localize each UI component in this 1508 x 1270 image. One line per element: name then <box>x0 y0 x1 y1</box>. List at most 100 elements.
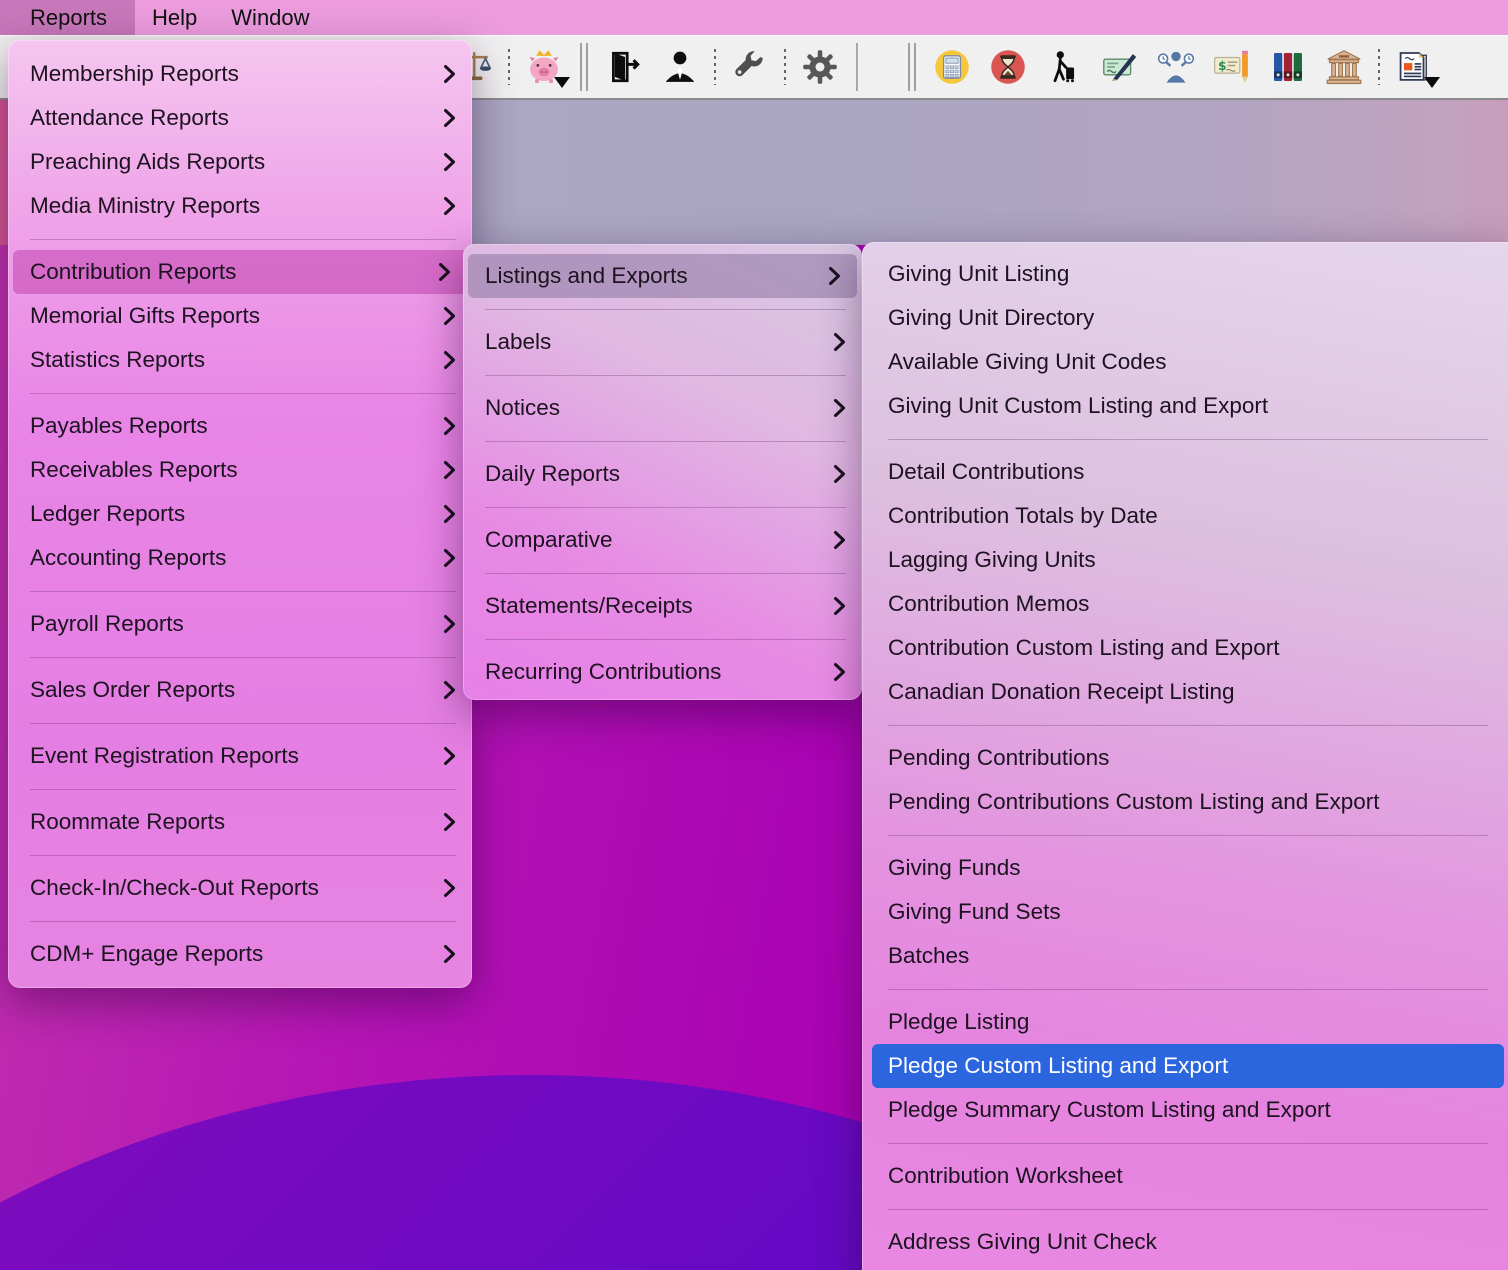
menu-item-contribution-totals-by-date[interactable]: Contribution Totals by Date <box>862 494 1508 538</box>
menubar-item-help[interactable]: Help <box>135 0 214 35</box>
menu-separator <box>463 430 862 452</box>
submenu-chevron-icon <box>833 662 846 682</box>
menu-item-lagging-giving-units[interactable]: Lagging Giving Units <box>862 538 1508 582</box>
menu-item-labels[interactable]: Labels <box>463 320 862 364</box>
menu-item-payables-reports[interactable]: Payables Reports <box>8 404 472 448</box>
menu-item-pending-contributions-custom-listing-and-export[interactable]: Pending Contributions Custom Listing and… <box>862 780 1508 824</box>
menu-separator <box>463 364 862 386</box>
binders-icon[interactable] <box>1268 44 1308 90</box>
submenu-chevron-icon <box>833 332 846 352</box>
menu-item-statistics-reports[interactable]: Statistics Reports <box>8 338 472 382</box>
menu-item-batches[interactable]: Batches <box>862 934 1508 978</box>
menubar-item-window[interactable]: Window <box>214 0 326 35</box>
menu-item-comparative[interactable]: Comparative <box>463 518 862 562</box>
menu-item-notices[interactable]: Notices <box>463 386 862 430</box>
menu-item-event-registration-reports[interactable]: Event Registration Reports <box>8 734 472 778</box>
menu-item-detail-contributions[interactable]: Detail Contributions <box>862 450 1508 494</box>
menu-item-giving-fund-sets[interactable]: Giving Fund Sets <box>862 890 1508 934</box>
menu-item-label: Contribution Custom Listing and Export <box>888 635 1280 660</box>
contribution-reports-submenu: Listings and Exports Labels Notices Daily R… <box>463 244 862 700</box>
menu-item-roommate-reports[interactable]: Roommate Reports <box>8 800 472 844</box>
toolbar-separator-dotted <box>1378 49 1380 85</box>
menu-item-attendance-reports[interactable]: Attendance Reports <box>8 96 472 140</box>
menu-item-listings-and-exports[interactable]: Listings and Exports <box>468 254 857 298</box>
menu-item-canadian-donation-receipt-listing[interactable]: Canadian Donation Receipt Listing <box>862 670 1508 714</box>
menu-item-media-ministry-reports[interactable]: Media Ministry Reports <box>8 184 472 228</box>
menu-item-preaching-aids-reports[interactable]: Preaching Aids Reports <box>8 140 472 184</box>
menu-item-accounting-reports[interactable]: Accounting Reports <box>8 536 472 580</box>
submenu-chevron-icon <box>443 504 456 524</box>
menu-item-giving-unit-directory[interactable]: Giving Unit Directory <box>862 296 1508 340</box>
submenu-chevron-icon <box>443 152 456 172</box>
check-pen-icon[interactable] <box>1100 44 1140 90</box>
menu-item-address-giving-unit-check[interactable]: Address Giving Unit Check <box>862 1220 1508 1264</box>
menu-item-pledge-listing[interactable]: Pledge Listing <box>862 1000 1508 1044</box>
menu-item-giving-unit-listing[interactable]: Giving Unit Listing <box>862 252 1508 296</box>
submenu-chevron-icon <box>443 460 456 480</box>
wrench-icon[interactable] <box>730 44 770 90</box>
submenu-chevron-icon <box>833 464 846 484</box>
menu-item-pledge-summary-custom-listing-and-export[interactable]: Pledge Summary Custom Listing and Export <box>862 1088 1508 1132</box>
menu-item-recurring-contributions[interactable]: Recurring Contributions <box>463 650 862 694</box>
gear-icon[interactable] <box>800 44 840 90</box>
payroll-check-icon[interactable]: $ <box>1212 44 1252 90</box>
hourglass-icon[interactable] <box>988 44 1028 90</box>
person-icon[interactable] <box>660 44 700 90</box>
menu-separator <box>862 1198 1508 1220</box>
menu-item-contribution-custom-listing-and-export[interactable]: Contribution Custom Listing and Export <box>862 626 1508 670</box>
calculator-icon[interactable] <box>932 44 972 90</box>
menu-item-ledger-reports[interactable]: Ledger Reports <box>8 492 472 536</box>
menu-item-check-in-check-out-reports[interactable]: Check-In/Check-Out Reports <box>8 866 472 910</box>
menu-item-giving-unit-custom-listing-and-export[interactable]: Giving Unit Custom Listing and Export <box>862 384 1508 428</box>
traveler-icon[interactable] <box>1044 44 1084 90</box>
menu-item-daily-reports[interactable]: Daily Reports <box>463 452 862 496</box>
menu-item-label: Batches <box>888 943 970 968</box>
menu-separator <box>8 580 472 602</box>
menu-separator <box>463 298 862 320</box>
menu-item-label: Roommate Reports <box>30 809 226 834</box>
bank-icon[interactable] <box>1324 44 1364 90</box>
menu-item-label: Available Giving Unit Codes <box>888 349 1167 374</box>
submenu-chevron-icon <box>443 878 456 898</box>
menu-item-available-giving-unit-codes[interactable]: Available Giving Unit Codes <box>862 340 1508 384</box>
piggy-bank-icon[interactable] <box>524 44 570 90</box>
menu-item-label: Receivables Reports <box>30 457 238 482</box>
menu-item-receivables-reports[interactable]: Receivables Reports <box>8 448 472 492</box>
menu-item-label: Contribution Memos <box>888 591 1090 616</box>
menu-separator <box>8 712 472 734</box>
schedule-person-icon[interactable] <box>1156 44 1196 90</box>
menu-item-pledge-custom-listing-and-export[interactable]: Pledge Custom Listing and Export <box>872 1044 1504 1088</box>
menu-item-contribution-reports[interactable]: Contribution Reports <box>13 250 467 294</box>
menu-item-memorial-gifts-reports[interactable]: Memorial Gifts Reports <box>8 294 472 338</box>
menu-item-label: Lagging Giving Units <box>888 547 1096 572</box>
menu-item-label: Detail Contributions <box>888 459 1085 484</box>
report-document-icon[interactable] <box>1394 44 1440 90</box>
screen: $ Reports Help Window Membership Reports… <box>0 0 1508 1270</box>
menu-item-contribution-memos[interactable]: Contribution Memos <box>862 582 1508 626</box>
submenu-chevron-icon <box>443 350 456 370</box>
menu-item-label: Statements/Receipts <box>485 593 693 618</box>
submenu-chevron-icon <box>833 530 846 550</box>
menu-item-giving-funds[interactable]: Giving Funds <box>862 846 1508 890</box>
menu-item-pending-contributions[interactable]: Pending Contributions <box>862 736 1508 780</box>
exit-door-icon[interactable] <box>604 44 644 90</box>
menu-item-label: Preaching Aids Reports <box>30 149 266 174</box>
menu-item-label: Memorial Gifts Reports <box>30 303 261 328</box>
menu-separator <box>862 714 1508 736</box>
dropdown-arrow-icon <box>1424 77 1440 88</box>
menu-item-label: Pending Contributions Custom Listing and… <box>888 789 1380 814</box>
menubar-item-reports[interactable]: Reports <box>0 0 136 35</box>
menu-separator <box>463 562 862 584</box>
menu-item-payroll-reports[interactable]: Payroll Reports <box>8 602 472 646</box>
menu-item-membership-reports[interactable]: Membership Reports <box>8 52 472 96</box>
menu-item-label: Notices <box>485 395 561 420</box>
menu-item-cdm-engage-reports[interactable]: CDM+ Engage Reports <box>8 932 472 976</box>
menu-item-label: Giving Funds <box>888 855 1021 880</box>
dropdown-arrow-icon <box>554 77 570 88</box>
menu-item-label: Contribution Reports <box>30 259 237 284</box>
submenu-chevron-icon <box>828 266 841 286</box>
menu-item-contribution-worksheet[interactable]: Contribution Worksheet <box>862 1154 1508 1198</box>
menu-item-sales-order-reports[interactable]: Sales Order Reports <box>8 668 472 712</box>
menu-item-statements-receipts[interactable]: Statements/Receipts <box>463 584 862 628</box>
menu-item-label: Daily Reports <box>485 461 621 486</box>
